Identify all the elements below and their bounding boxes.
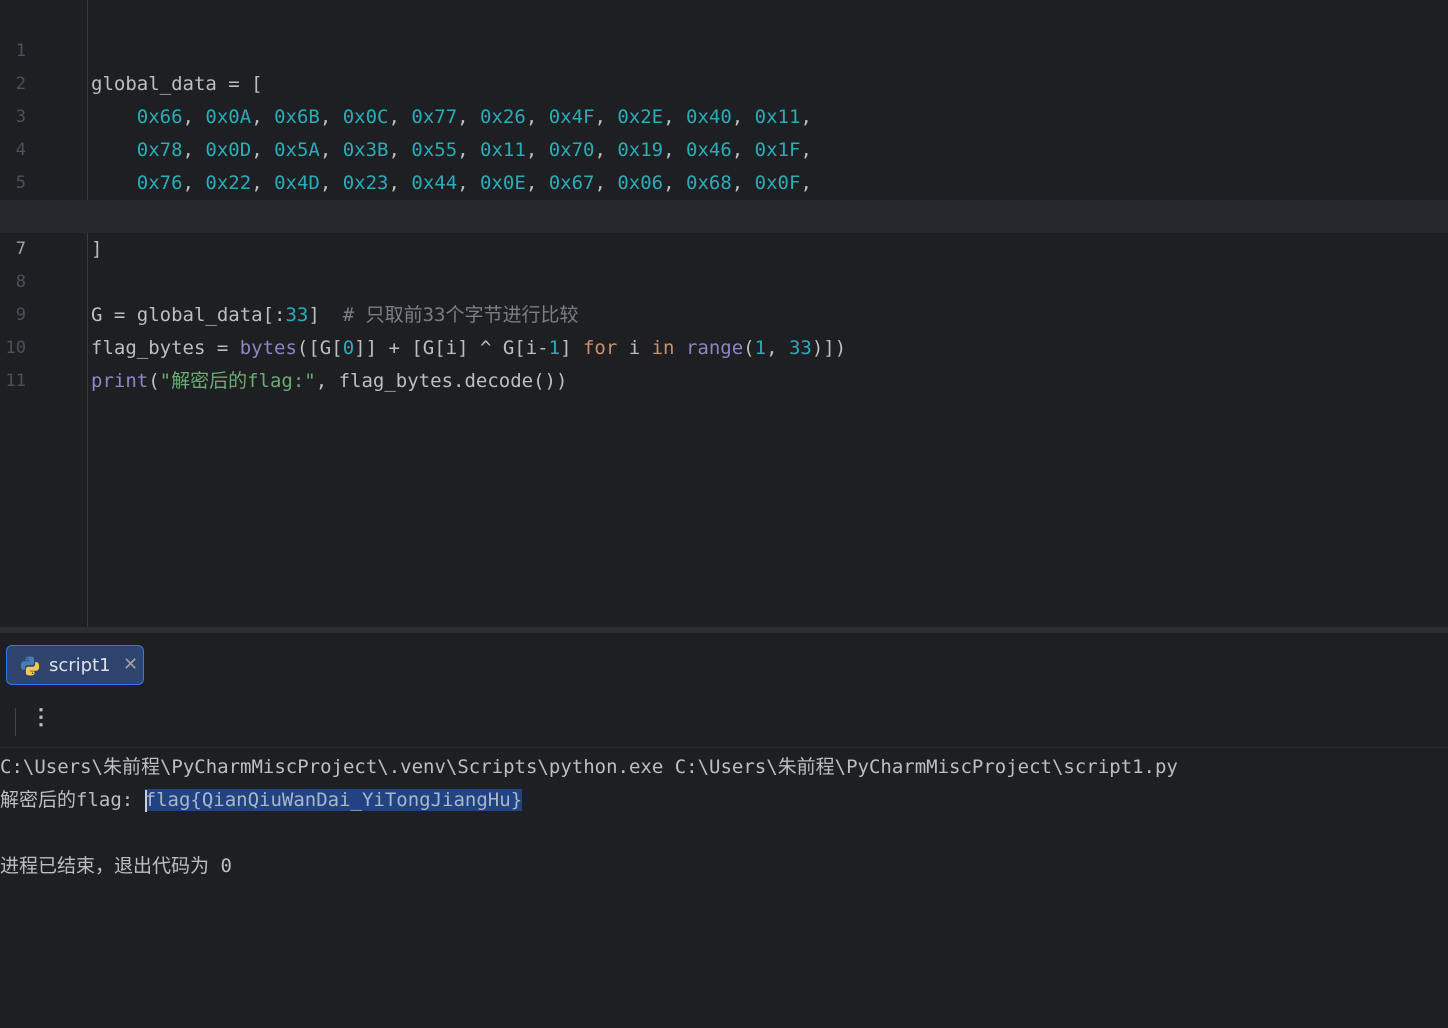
code-line-10[interactable]: 10 print("解密后的flag:", flag_bytes.decode(… [0, 299, 1448, 392]
result-prefix: 解密后的flag: [0, 789, 145, 811]
string-literal: "解密后的flag:" [159, 370, 316, 392]
line-number: 11 [5, 371, 26, 391]
more-vertical-icon[interactable]: ⋮ [30, 705, 52, 730]
run-tab-script1[interactable]: script1 ✕ [6, 645, 144, 685]
selected-flag-text[interactable]: flag{QianQiuWanDai_YiTongJiangHu} [144, 789, 523, 812]
toolbar-divider [15, 708, 16, 736]
code-token: , flag_bytes.decode()) [315, 370, 568, 392]
code-editor[interactable]: 1 global_data = [ 2 0x66, 0x0A, 0x6B, 0x… [0, 0, 1448, 627]
code-token: ( [148, 370, 160, 392]
code-line-9[interactable]: 9 flag_bytes = bytes([G[0]] + [G[i] ^ G[… [0, 266, 1448, 359]
code-line-3[interactable]: 3 0x78, 0x0D, 0x5A, 0x3B, 0x55, 0x11, 0x… [0, 68, 1448, 161]
code-line-8[interactable]: 8 G = global_data[:33] # 只取前33个字节进行比较 [0, 233, 1448, 326]
code-line-2[interactable]: 2 0x66, 0x0A, 0x6B, 0x0C, 0x77, 0x26, 0x… [0, 35, 1448, 128]
tab-label: script1 [49, 655, 111, 676]
toolbar-border [0, 747, 1448, 748]
console-result-line: 解密后的flag: flag{QianQiuWanDai_YiTongJiang… [0, 785, 523, 815]
close-icon[interactable]: ✕ [123, 654, 138, 675]
flag-value: flag{QianQiuWanDai_YiTongJiangHu} [144, 789, 523, 811]
code-line-7[interactable]: 7 [0, 200, 1448, 259]
console-exit-line: 进程已结束，退出代码为 0 [0, 855, 232, 877]
code-line-1[interactable]: 1 global_data = [ [0, 2, 1448, 95]
console-command-line: C:\Users\朱前程\PyCharmMiscProject\.venv\Sc… [0, 756, 1178, 778]
run-panel: script1 ✕ ⋮ C:\Users\朱前程\PyCharmMiscProj… [0, 633, 1448, 1028]
python-icon [19, 655, 41, 677]
code-line-5[interactable]: 5 0x47, 0x32, 0x4F, 0x00 [0, 134, 1448, 227]
code-line-11[interactable]: 11 [0, 332, 1448, 391]
code-line-4[interactable]: 4 0x76, 0x22, 0x4D, 0x23, 0x44, 0x0E, 0x… [0, 101, 1448, 194]
code-text: print("解密后的flag:", flag_bytes.decode()) [91, 365, 567, 398]
builtin-token: print [91, 370, 149, 392]
code-line-6[interactable]: 6 ] [0, 167, 1448, 260]
